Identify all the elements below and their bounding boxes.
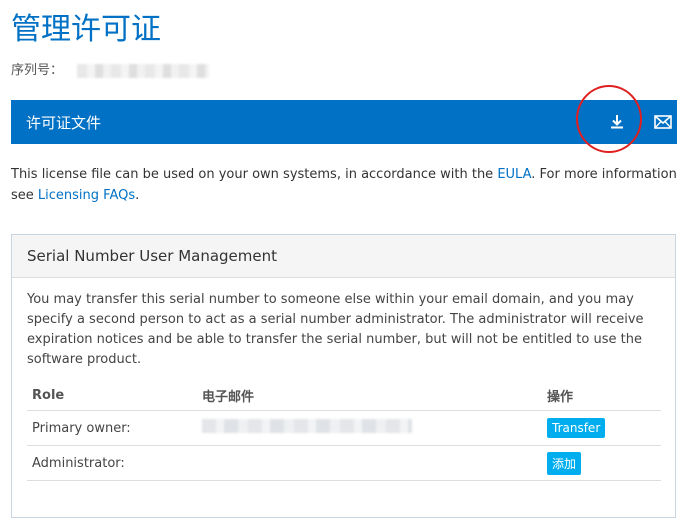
table-header-row: Role 电子邮件 操作: [27, 380, 661, 411]
download-icon[interactable]: [603, 108, 631, 136]
licensing-faqs-link[interactable]: Licensing FAQs: [38, 188, 135, 203]
add-administrator-button[interactable]: 添加: [547, 451, 582, 475]
users-table: Role 电子邮件 操作 Primary owner: Transfer Adm…: [27, 380, 661, 481]
mail-icon[interactable]: [649, 108, 677, 136]
column-header-action: 操作: [542, 380, 661, 411]
email-redacted: [202, 419, 412, 433]
license-file-bar: 许可证文件: [11, 100, 677, 144]
serial-number-user-management-panel: Serial Number User Management You may tr…: [11, 234, 676, 518]
serial-number-label: 序列号：: [11, 63, 64, 78]
panel-description: You may transfer this serial number to s…: [27, 292, 644, 367]
panel-title: Serial Number User Management: [12, 235, 675, 278]
role-cell: Administrator:: [27, 445, 197, 481]
page-title: 管理许可证: [11, 12, 161, 47]
table-row: Primary owner: Transfer: [27, 410, 661, 446]
serial-number-row: 序列号：: [11, 61, 210, 81]
column-header-email: 电子邮件: [197, 380, 542, 411]
transfer-button[interactable]: Transfer: [547, 418, 606, 438]
license-description: This license file can be used on your ow…: [11, 164, 683, 206]
email-cell: [197, 410, 542, 446]
description-text: This license file can be used on your ow…: [11, 167, 498, 182]
email-cell: [197, 445, 542, 481]
table-row: Administrator: 添加: [27, 445, 661, 481]
column-header-role: Role: [27, 380, 197, 411]
serial-number-value-redacted: [77, 64, 210, 78]
action-cell: Transfer: [542, 410, 661, 446]
role-cell: Primary owner:: [27, 410, 197, 446]
action-cell: 添加: [542, 445, 661, 481]
license-file-title: 许可证文件: [26, 113, 102, 132]
description-text-3: .: [135, 188, 140, 203]
eula-link[interactable]: EULA: [497, 167, 531, 182]
